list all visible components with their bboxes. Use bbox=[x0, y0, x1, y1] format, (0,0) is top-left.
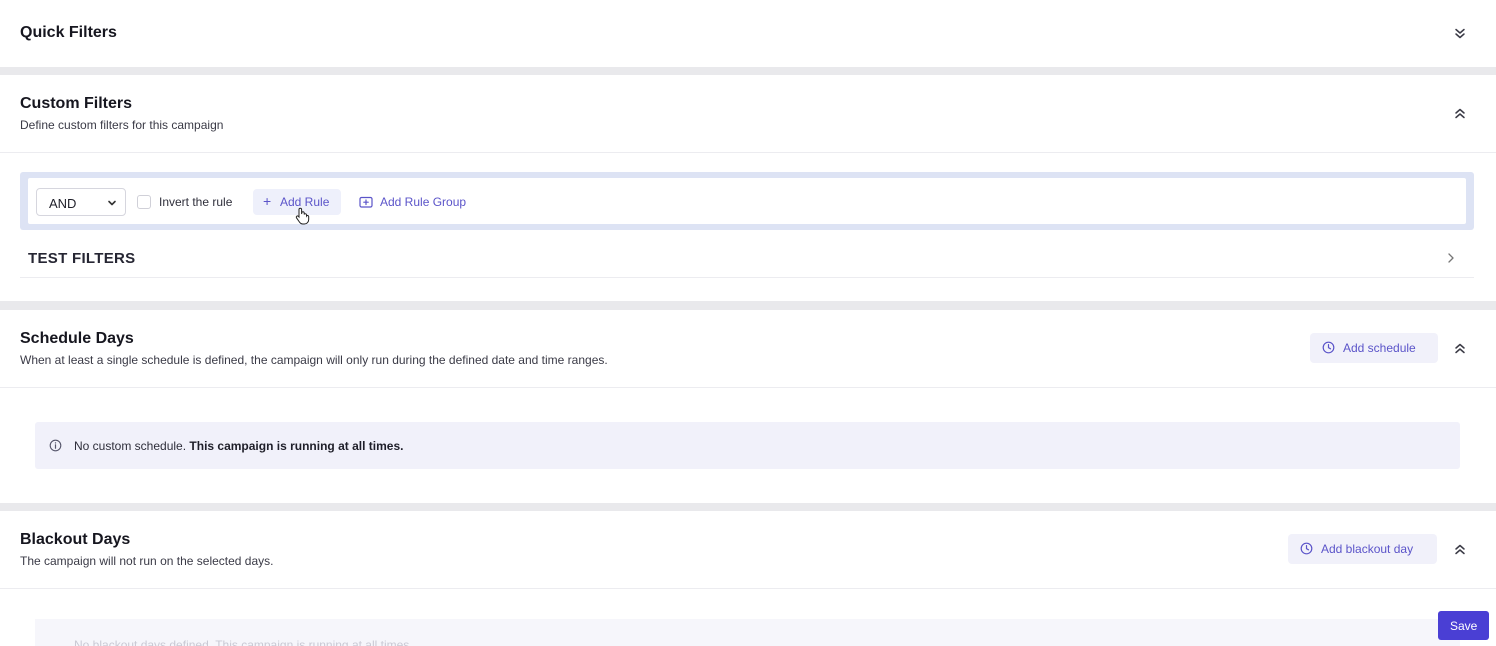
chevrons-up-icon[interactable] bbox=[1453, 107, 1467, 121]
save-label: Save bbox=[1450, 619, 1478, 633]
schedule-days-description: When at least a single schedule is defin… bbox=[20, 353, 608, 367]
info-icon bbox=[49, 439, 62, 452]
blackout-days-description: The campaign will not run on the selecte… bbox=[20, 554, 274, 568]
add-schedule-button[interactable]: Add schedule bbox=[1310, 333, 1438, 363]
blackout-notice: No blackout days defined. This campaign … bbox=[35, 619, 1460, 646]
schedule-notice-emphasis: This campaign is running at all times. bbox=[189, 439, 404, 453]
add-schedule-label: Add schedule bbox=[1343, 341, 1416, 355]
chevrons-up-icon[interactable] bbox=[1453, 342, 1467, 356]
add-blackout-day-label: Add blackout day bbox=[1321, 542, 1414, 556]
custom-filters-title[interactable]: Custom Filters bbox=[20, 95, 132, 113]
quick-filters-title[interactable]: Quick Filters bbox=[20, 24, 117, 42]
section-divider bbox=[0, 588, 1496, 589]
schedule-days-section: Schedule Days When at least a single sch… bbox=[0, 310, 1496, 503]
chevron-down-icon bbox=[108, 200, 116, 206]
test-filters-row[interactable]: TEST FILTERS bbox=[20, 243, 1474, 279]
invert-rule-checkbox[interactable] bbox=[137, 195, 151, 209]
plus-icon: + bbox=[263, 193, 272, 209]
chevrons-up-icon[interactable] bbox=[1453, 543, 1467, 557]
hand-pointer-icon bbox=[295, 207, 310, 225]
schedule-days-title[interactable]: Schedule Days bbox=[20, 330, 134, 348]
test-filters-label: TEST FILTERS bbox=[28, 250, 136, 267]
rule-toolbar: AND Invert the rule + Add Rule Add Rule … bbox=[28, 178, 1466, 225]
schedule-notice-prefix: No custom schedule. bbox=[74, 439, 187, 453]
blackout-notice-text: No blackout days defined. This campaign … bbox=[74, 638, 413, 646]
section-divider bbox=[0, 152, 1496, 153]
rule-group: AND Invert the rule + Add Rule Add Rule … bbox=[20, 172, 1474, 230]
invert-rule-label[interactable]: Invert the rule bbox=[159, 195, 232, 209]
add-rule-group-label: Add Rule Group bbox=[380, 195, 467, 209]
chevron-right-icon bbox=[1448, 253, 1454, 263]
blackout-days-section: Blackout Days The campaign will not run … bbox=[0, 511, 1496, 646]
custom-filters-description: Define custom filters for this campaign bbox=[20, 118, 224, 132]
schedule-notice: No custom schedule. This campaign is run… bbox=[35, 422, 1460, 469]
add-rule-group-button[interactable]: Add Rule Group bbox=[359, 189, 489, 215]
clock-icon bbox=[1300, 542, 1313, 555]
folder-plus-icon bbox=[359, 196, 373, 208]
save-button[interactable]: Save bbox=[1438, 611, 1489, 640]
blackout-days-title[interactable]: Blackout Days bbox=[20, 531, 130, 549]
chevrons-down-icon[interactable] bbox=[1453, 26, 1467, 40]
custom-filters-section: Custom Filters Define custom filters for… bbox=[0, 75, 1496, 301]
schedule-notice-text: No custom schedule. This campaign is run… bbox=[74, 439, 403, 453]
add-blackout-day-button[interactable]: Add blackout day bbox=[1288, 534, 1437, 564]
test-filters-divider bbox=[20, 277, 1474, 278]
quick-filters-section: Quick Filters bbox=[0, 0, 1496, 67]
clock-icon bbox=[1322, 341, 1335, 354]
section-divider bbox=[0, 387, 1496, 388]
operator-select[interactable]: AND bbox=[36, 188, 126, 216]
operator-value: AND bbox=[49, 196, 77, 211]
